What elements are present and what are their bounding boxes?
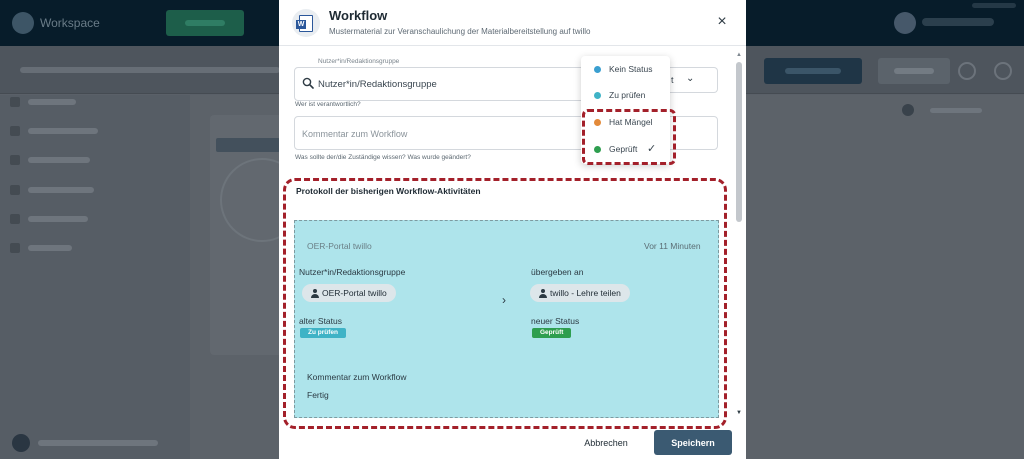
status-option-label: Kein Status [609, 64, 653, 74]
user-group-helper: Wer ist verantwortlich? [295, 101, 361, 108]
scroll-down-icon[interactable]: ▼ [736, 410, 742, 416]
scroll-up-icon[interactable]: ▲ [736, 52, 742, 58]
workspace-label: Workspace [40, 16, 100, 30]
dialog-title: Workflow [329, 8, 388, 23]
close-icon[interactable]: × [713, 13, 731, 31]
sidebar-item [10, 126, 98, 136]
status-select-value: t [671, 75, 674, 85]
scrollbar-thumb[interactable] [736, 62, 742, 222]
save-button[interactable]: Speichern [654, 430, 732, 455]
background-tool-label [930, 108, 982, 113]
status-dot-icon [594, 91, 601, 99]
comment-input[interactable]: Kommentar zum Workflow [302, 129, 407, 139]
user-group-field-label: Nutzer*in/Redaktionsgruppe [316, 58, 402, 65]
breadcrumb [20, 67, 280, 73]
scrollbar[interactable]: ▲ ▼ [735, 52, 743, 416]
status-option-kein-status[interactable]: Kein Status [581, 56, 670, 82]
create-button [166, 10, 244, 36]
sidebar [0, 95, 190, 459]
avatar [894, 12, 916, 34]
word-document-icon: W [292, 9, 320, 37]
corner-label [972, 3, 1016, 8]
sidebar-item [10, 185, 94, 195]
sidebar-item [10, 243, 72, 253]
chevron-down-icon: ⌄ [686, 73, 695, 84]
comment-helper: Was sollte der/die Zuständige wissen? Wa… [295, 154, 471, 161]
status-select[interactable]: t ⌄ [670, 67, 718, 93]
user-menu [922, 18, 994, 26]
background-secondary-button [878, 58, 950, 84]
dialog-header [279, 0, 746, 46]
sidebar-item [10, 97, 76, 107]
background-toolbar-icon [994, 62, 1012, 80]
highlight-frame-protocol [283, 178, 727, 429]
background-tool-icon [902, 104, 914, 116]
status-dot-icon [594, 65, 601, 73]
search-icon [302, 77, 314, 89]
cancel-button[interactable]: Abbrechen [576, 432, 636, 454]
background-primary-button [764, 58, 862, 84]
dialog-subtitle: Mustermaterial zur Veranschaulichung der… [329, 27, 591, 36]
background-toolbar-icon [958, 62, 976, 80]
sidebar-item [10, 214, 88, 224]
sidebar-item [10, 155, 90, 165]
status-option-zu-pruefen[interactable]: Zu prüfen [581, 82, 670, 108]
highlight-frame-status-options [582, 109, 676, 165]
workspace-logo-icon [12, 12, 34, 34]
status-option-label: Zu prüfen [609, 90, 646, 100]
sidebar-footer-user [12, 434, 158, 452]
user-group-input[interactable]: Nutzer*in/Redaktionsgruppe [318, 79, 437, 90]
background-chip [216, 138, 280, 152]
